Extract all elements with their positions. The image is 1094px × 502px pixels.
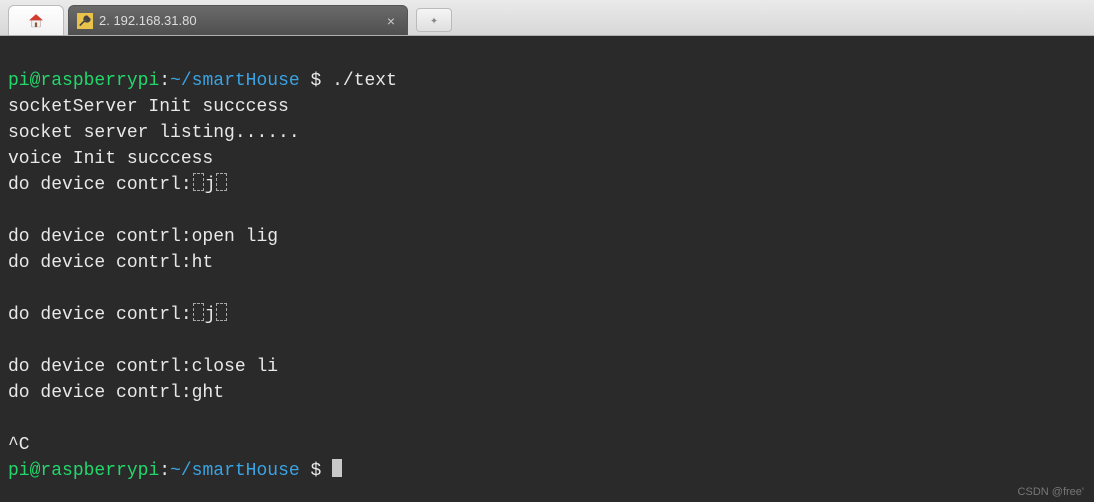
prompt-dollar: $ bbox=[300, 71, 332, 91]
prompt-user: pi bbox=[8, 461, 30, 481]
output-line: ^C bbox=[8, 435, 30, 455]
output-line: socketServer Init succcess bbox=[8, 97, 289, 117]
watermark: CSDN @free' bbox=[1018, 486, 1084, 498]
command-text: ./text bbox=[332, 71, 397, 91]
output-line: do device contrl:ght bbox=[8, 383, 224, 403]
prompt-at: @ bbox=[30, 71, 41, 91]
home-icon bbox=[27, 12, 45, 30]
output-line: do device contrl:j bbox=[8, 175, 228, 195]
output-line: socket server listing...... bbox=[8, 123, 300, 143]
tab-close-button[interactable]: × bbox=[383, 13, 399, 29]
sparkle-icon: ✦ bbox=[430, 13, 438, 28]
prompt-line: pi@raspberrypi:~/smartHouse $ bbox=[8, 461, 342, 481]
new-tab-button[interactable]: ✦ bbox=[416, 8, 452, 32]
garbled-char-icon bbox=[193, 173, 204, 191]
prompt-at: @ bbox=[30, 461, 41, 481]
prompt-colon: : bbox=[159, 461, 170, 481]
prompt-path: ~/smartHouse bbox=[170, 461, 300, 481]
prompt-colon: : bbox=[159, 71, 170, 91]
prompt-host: raspberrypi bbox=[40, 461, 159, 481]
wrench-icon bbox=[77, 13, 93, 29]
garbled-char-icon bbox=[216, 173, 227, 191]
prompt-path: ~/smartHouse bbox=[170, 71, 300, 91]
tab-bar: 2. 192.168.31.80 × ✦ bbox=[0, 0, 1094, 36]
prompt-line: pi@raspberrypi:~/smartHouse $ ./text bbox=[8, 71, 397, 91]
output-line: do device contrl:ht bbox=[8, 253, 213, 273]
terminal-output: pi@raspberrypi:~/smartHouse $ ./text soc… bbox=[0, 36, 1094, 490]
prompt-dollar: $ bbox=[300, 461, 332, 481]
prompt-user: pi bbox=[8, 71, 30, 91]
output-line: voice Init succcess bbox=[8, 149, 213, 169]
home-tab[interactable] bbox=[8, 5, 64, 35]
output-line: do device contrl:j bbox=[8, 305, 228, 325]
cursor-block-icon bbox=[332, 459, 342, 477]
active-tab[interactable]: 2. 192.168.31.80 × bbox=[68, 5, 408, 35]
output-line: do device contrl:close li bbox=[8, 357, 278, 377]
output-line: do device contrl:open lig bbox=[8, 227, 278, 247]
garbled-char-icon bbox=[193, 303, 204, 321]
prompt-host: raspberrypi bbox=[40, 71, 159, 91]
tab-title: 2. 192.168.31.80 bbox=[99, 13, 377, 28]
garbled-char-icon bbox=[216, 303, 227, 321]
